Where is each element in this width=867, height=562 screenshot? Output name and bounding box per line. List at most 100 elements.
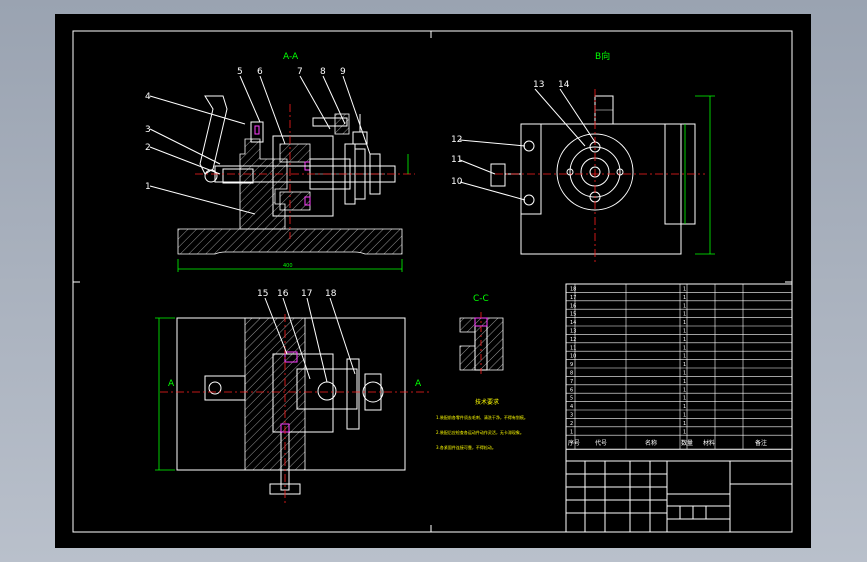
balloon-17: 17 — [301, 289, 312, 299]
bom-cell: 1 — [683, 387, 686, 393]
note-line-1: 1.装配前各零件须去毛刺、清洗干净，不得有划痕。 — [436, 414, 528, 420]
leader-3 — [149, 128, 221, 165]
balloon-8: 8 — [320, 67, 326, 77]
side-view[interactable]: B向 13 14 12 11 10 — [451, 50, 715, 264]
top-section-mark-right: A — [415, 379, 422, 389]
bom-header-cell: 材料 — [703, 439, 715, 447]
detail-title: C-C — [473, 294, 489, 304]
bom-cell: 4 — [570, 404, 573, 410]
notes-title: 技术要求 — [475, 398, 499, 406]
bom-header-cell: 备注 — [755, 439, 767, 447]
bom-cell: 1 — [683, 354, 686, 360]
balloon-18: 18 — [325, 289, 337, 299]
balloon-3: 3 — [145, 125, 151, 135]
bom-cell: 12 — [570, 337, 576, 343]
top-handle-block — [204, 375, 246, 401]
bom-cell: 17 — [570, 295, 576, 301]
bom-header: 序号 代号 名称 数量 材料 备注 — [568, 439, 767, 447]
leader-5 — [239, 75, 261, 123]
bom-table[interactable]: 18 117 116 115 114 113 112 111 110 19 18 17 16 15 14 13… — [565, 283, 793, 533]
cad-viewport[interactable]: A-A 400 4 3 2 1 5 6 7 8 9 B向 13 14 12 11… — [0, 0, 867, 562]
bom-cell: 1 — [683, 303, 686, 309]
bom-header-cell: 代号 — [595, 439, 607, 447]
bom-cell: 3 — [570, 413, 573, 419]
bom-cell: 11 — [570, 345, 576, 351]
balloon-4: 4 — [145, 92, 151, 102]
detail-view[interactable]: C-C — [459, 294, 504, 376]
bom-cell: 1 — [683, 429, 686, 435]
bom-cell: 7 — [570, 379, 573, 385]
leader-7 — [299, 75, 331, 130]
side-hole-bottom — [523, 194, 535, 206]
bom-cell: 1 — [683, 329, 686, 335]
balloon-2: 2 — [145, 143, 151, 153]
bom-cell: 10 — [570, 354, 576, 360]
top-section-mark-left: A — [168, 379, 175, 389]
bom-cells: 18 117 116 115 114 113 112 111 110 19 18 17 16 15 14 13… — [570, 287, 686, 436]
clamp-mark — [254, 125, 260, 135]
balloon-13: 13 — [533, 80, 544, 90]
balloon-1: 1 — [145, 182, 151, 192]
bom-cell: 1 — [683, 421, 686, 427]
balloon-12: 12 — [451, 135, 462, 145]
bom-cell: 1 — [683, 312, 686, 318]
top-view[interactable]: A A 15 16 17 18 — [155, 289, 430, 504]
bom-cell: 14 — [570, 320, 576, 326]
bom-header-cell: 序号 — [568, 439, 580, 447]
bom-cell: 1 — [683, 320, 686, 326]
bom-grid — [565, 284, 793, 450]
bom-cell: 1 — [683, 345, 686, 351]
balloon-9: 9 — [340, 67, 346, 77]
note-line-2: 2.装配后应检查各运动件动作灵活，无卡滞现象。 — [436, 429, 524, 435]
leader-14 — [559, 88, 596, 143]
bom-cell: 1 — [683, 413, 686, 419]
bom-cell: 13 — [570, 329, 576, 335]
top-body-section — [244, 317, 306, 471]
balloon-10: 10 — [451, 177, 463, 187]
bom-cell: 8 — [570, 371, 573, 377]
dim-value-base: 400 — [283, 263, 293, 269]
balloon-15: 15 — [257, 289, 268, 299]
top-spindle-box — [296, 368, 358, 410]
bom-cell: 2 — [570, 421, 573, 427]
side-view-title: B向 — [595, 50, 610, 62]
inner-frame — [72, 30, 793, 533]
leader-6 — [259, 75, 286, 145]
balloon-11: 11 — [451, 155, 462, 165]
side-hole-top — [523, 140, 535, 152]
bom-cell: 1 — [683, 362, 686, 368]
drawing-canvas[interactable]: A-A 400 4 3 2 1 5 6 7 8 9 B向 13 14 12 11… — [55, 14, 811, 548]
bom-header-cell: 数量 — [681, 439, 693, 447]
leader-4 — [149, 95, 246, 125]
leader-1 — [149, 185, 256, 215]
leader-8 — [322, 75, 346, 125]
bom-cell: 1 — [683, 287, 686, 293]
bom-cell: 1 — [683, 337, 686, 343]
bom-cell: 15 — [570, 312, 576, 318]
bom-cell: 1 — [683, 371, 686, 377]
bom-cell: 18 — [570, 287, 576, 293]
balloon-7: 7 — [297, 67, 303, 77]
leader-11 — [459, 159, 496, 175]
balloon-5: 5 — [237, 67, 243, 77]
bom-cell: 1 — [683, 379, 686, 385]
bom-cell: 16 — [570, 303, 576, 309]
bom-cell: 5 — [570, 396, 573, 402]
bom-cell: 1 — [683, 404, 686, 410]
leader-10 — [459, 181, 526, 201]
handle-lever[interactable] — [199, 95, 228, 175]
drawing-sheet[interactable]: A-A 400 4 3 2 1 5 6 7 8 9 B向 13 14 12 11… — [55, 14, 811, 548]
front-view-title: A-A — [283, 52, 299, 62]
leader-13 — [534, 88, 586, 147]
balloon-6: 6 — [257, 67, 263, 77]
bom-outline — [565, 283, 793, 533]
leader-18 — [329, 297, 356, 375]
bom-header-cell: 名称 — [645, 439, 657, 447]
balloon-14: 14 — [558, 80, 570, 90]
leader-12 — [459, 139, 526, 147]
bom-cell: 9 — [570, 362, 573, 368]
balloon-16: 16 — [277, 289, 289, 299]
bom-cell: 6 — [570, 387, 573, 393]
knurled-knob[interactable] — [490, 163, 506, 187]
front-section-view[interactable]: A-A 400 4 3 2 1 5 6 7 8 9 — [145, 52, 415, 272]
